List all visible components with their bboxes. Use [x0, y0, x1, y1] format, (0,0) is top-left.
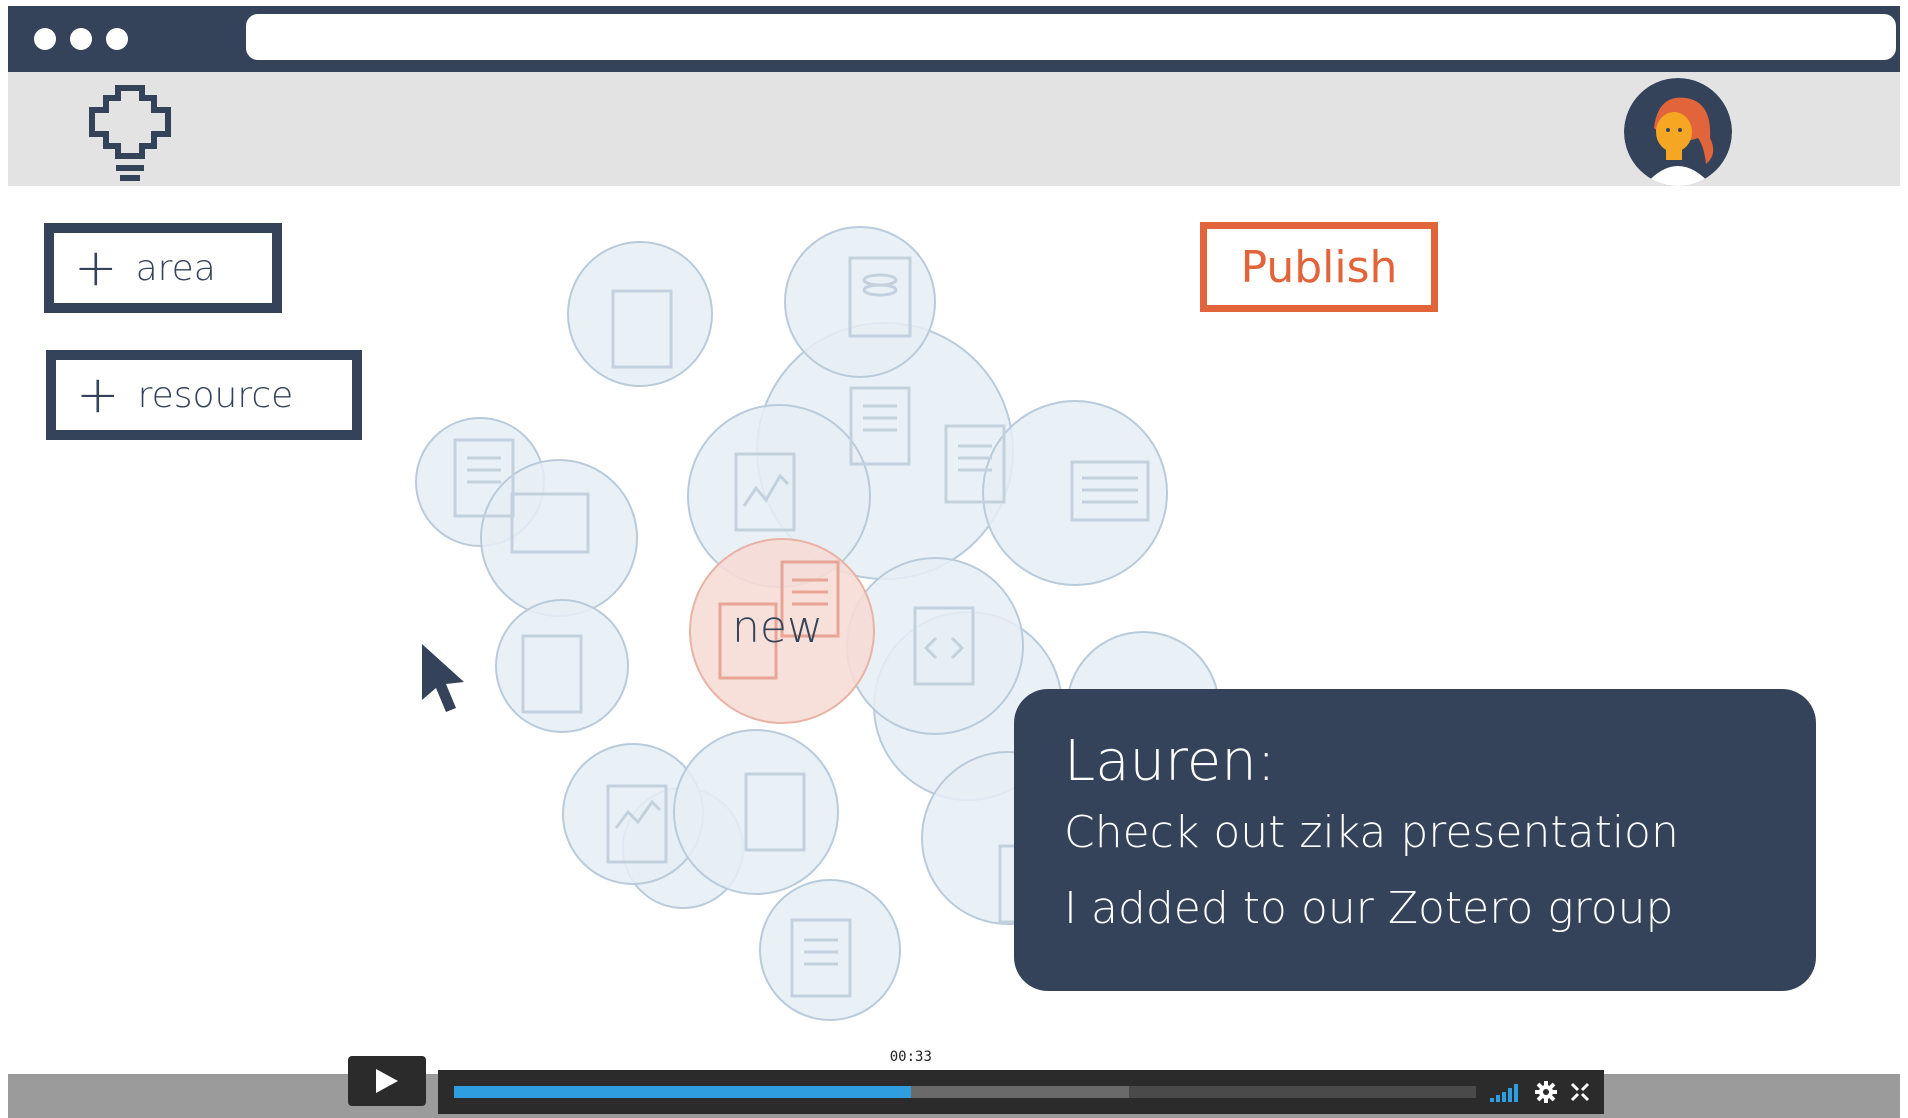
browser-window: new + area + resource Publish Lauren: Ch… — [8, 6, 1900, 1118]
video-controls — [438, 1070, 1604, 1114]
gear-icon[interactable] — [1534, 1080, 1558, 1104]
plus-icon: + — [76, 365, 120, 425]
bubble-presentation-1[interactable] — [567, 241, 713, 387]
chat-message-line-2: I added to our Zotero group — [1064, 883, 1674, 934]
volume-icon[interactable] — [1490, 1082, 1522, 1102]
bubble-database[interactable] — [784, 226, 936, 378]
add-area-label: area — [135, 247, 216, 289]
new-bubble-label: new — [732, 602, 823, 653]
chat-message-line-1: Check out zika presentation — [1064, 807, 1679, 858]
progress-track[interactable] — [454, 1086, 1476, 1098]
bubble-document-3[interactable] — [759, 879, 901, 1021]
progress-played — [454, 1086, 911, 1098]
bubble-table-1[interactable] — [480, 459, 638, 617]
add-resource-button[interactable]: + resource — [46, 350, 362, 440]
bubble-presentation-3[interactable] — [673, 729, 839, 895]
chat-notification: Lauren: Check out zika presentation I ad… — [1014, 689, 1816, 991]
fullscreen-icon[interactable] — [1570, 1082, 1590, 1102]
add-resource-label: resource — [137, 374, 294, 416]
play-button[interactable] — [348, 1056, 426, 1106]
playback-time-badge: 00:33 — [881, 1046, 940, 1068]
chat-sender: Lauren: — [1064, 729, 1276, 794]
add-area-button[interactable]: + area — [44, 223, 282, 313]
mouse-cursor-icon — [422, 644, 464, 712]
bubble-table-2[interactable] — [982, 400, 1168, 586]
play-icon — [376, 1069, 398, 1093]
publish-button[interactable]: Publish — [1200, 222, 1438, 312]
plus-icon: + — [74, 238, 118, 298]
